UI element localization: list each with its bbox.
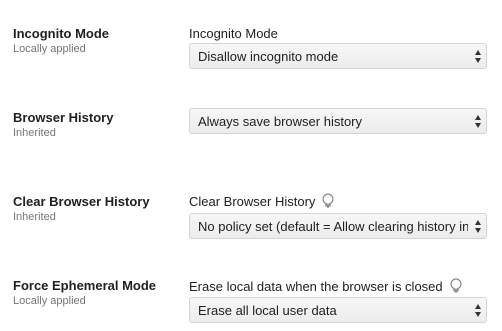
- force-ephemeral-mode-select[interactable]: Erase all local user data: [189, 297, 487, 323]
- policy-name: Browser History: [13, 110, 114, 125]
- select-value: Disallow incognito mode: [198, 49, 339, 64]
- select-value: Erase all local user data: [198, 303, 337, 318]
- up-down-arrows-icon: [475, 304, 481, 317]
- select-value: No policy set (default = Allow clearing …: [198, 219, 468, 234]
- policy-source: Inherited: [13, 211, 56, 223]
- policy-source: Locally applied: [13, 295, 86, 307]
- policy-name: Clear Browser History: [13, 194, 150, 209]
- control-label: Clear Browser History: [189, 192, 335, 210]
- browser-history-select[interactable]: Always save browser history: [189, 108, 487, 134]
- clear-browser-history-select[interactable]: No policy set (default = Allow clearing …: [189, 213, 487, 239]
- incognito-mode-select[interactable]: Disallow incognito mode: [189, 43, 487, 69]
- lightbulb-icon[interactable]: [321, 193, 335, 209]
- up-down-arrows-icon: [475, 220, 481, 233]
- up-down-arrows-icon: [475, 50, 481, 63]
- policy-source: Inherited: [13, 127, 56, 139]
- control-label: Incognito Mode: [189, 26, 278, 41]
- up-down-arrows-icon: [475, 115, 481, 128]
- lightbulb-icon[interactable]: [449, 278, 463, 294]
- select-value: Always save browser history: [198, 114, 362, 129]
- control-label-text: Incognito Mode: [189, 26, 278, 41]
- policy-name: Incognito Mode: [13, 26, 110, 41]
- policy-name: Force Ephemeral Mode: [13, 278, 157, 293]
- control-label-text: Clear Browser History: [189, 193, 316, 209]
- control-label: Erase local data when the browser is clo…: [189, 277, 463, 295]
- policy-source: Locally applied: [13, 43, 86, 55]
- control-label-text: Erase local data when the browser is clo…: [189, 278, 443, 294]
